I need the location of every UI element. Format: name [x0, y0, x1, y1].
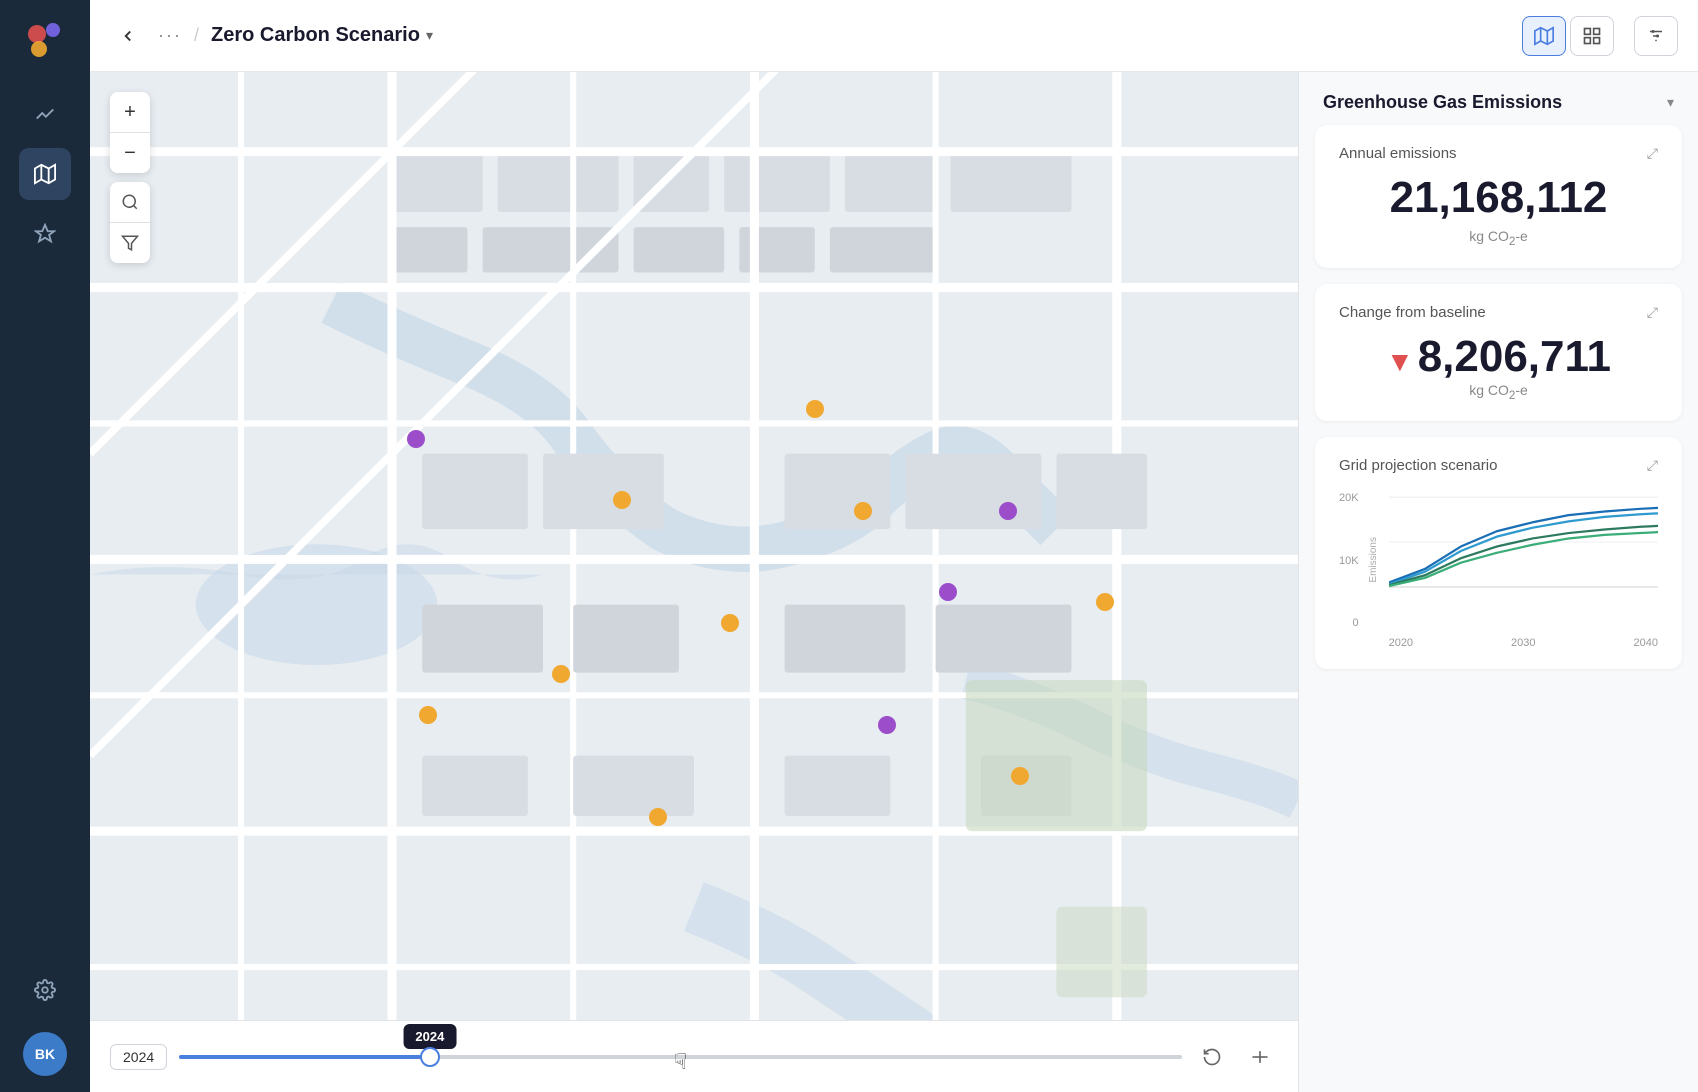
title-chevron-icon: ▾	[426, 27, 433, 44]
timeline-year-label: 2024	[110, 1044, 167, 1070]
x-tick-2040: 2040	[1634, 637, 1658, 649]
right-panel-header: Greenhouse Gas Emissions ▾	[1299, 72, 1698, 125]
map-point[interactable]	[649, 808, 667, 826]
avatar[interactable]: BK	[23, 1032, 67, 1076]
right-panel-title: Greenhouse Gas Emissions	[1323, 92, 1562, 113]
map-point[interactable]	[721, 614, 739, 632]
grid-projection-title: Grid projection scenario	[1339, 457, 1497, 474]
map-point[interactable]	[806, 400, 824, 418]
map-point[interactable]	[1011, 767, 1029, 785]
y-tick-20k: 20K	[1339, 492, 1359, 504]
map-point[interactable]	[939, 583, 957, 601]
timeline-slider-wrapper: 2024 ☟	[179, 1037, 1182, 1077]
map-point[interactable]	[613, 491, 631, 509]
map-view-button[interactable]	[1522, 16, 1566, 56]
x-tick-2020: 2020	[1389, 637, 1413, 649]
y-tick-0: 0	[1352, 617, 1358, 629]
back-button[interactable]	[110, 18, 146, 54]
zoom-controls: + −	[110, 92, 150, 173]
grid-projection-card: Grid projection scenario ⤢ 20K 10K 0 Emi…	[1315, 437, 1682, 669]
change-baseline-unit: kg CO2-e	[1339, 382, 1658, 402]
map-point[interactable]	[1096, 593, 1114, 611]
annual-emissions-unit: kg CO2-e	[1339, 228, 1658, 248]
title-area[interactable]: Zero Carbon Scenario ▾	[211, 24, 433, 47]
map-timeline: 2024 2024 ☟	[90, 1020, 1298, 1092]
breadcrumb-separator: /	[194, 25, 199, 46]
sidebar: BK	[0, 0, 90, 1092]
y-axis-label: Emissions	[1368, 537, 1379, 583]
map-filter-button[interactable]	[110, 223, 150, 263]
right-panel: Greenhouse Gas Emissions ▾ Annual emissi…	[1298, 72, 1698, 1092]
change-down-arrow-icon: ▼	[1386, 348, 1414, 376]
change-baseline-card-header: Change from baseline ⤢	[1339, 304, 1658, 321]
cursor-hand-icon: ☟	[674, 1049, 687, 1075]
annual-emissions-expand-icon[interactable]: ⤢	[1647, 145, 1658, 162]
app-logo	[19, 16, 71, 68]
annual-emissions-title: Annual emissions	[1339, 145, 1457, 162]
timeline-track-fill	[179, 1055, 430, 1059]
y-tick-10k: 10K	[1339, 555, 1359, 567]
grid-view-button[interactable]	[1570, 16, 1614, 56]
map-point[interactable]	[999, 502, 1017, 520]
map-search-filter-controls	[110, 182, 150, 263]
more-options-button[interactable]: ···	[158, 25, 182, 46]
x-tick-2030: 2030	[1511, 637, 1535, 649]
main-content: ··· / Zero Carbon Scenario ▾	[90, 0, 1698, 1092]
view-toggle	[1522, 16, 1614, 56]
map-panel[interactable]: + −	[90, 72, 1298, 1092]
filter-button[interactable]	[1634, 16, 1678, 56]
timeline-reset-button[interactable]	[1194, 1039, 1230, 1075]
annual-emissions-value: 21,168,112	[1339, 174, 1658, 222]
map-search-button[interactable]	[110, 182, 150, 222]
chart-svg	[1389, 490, 1658, 630]
map-point[interactable]	[407, 430, 425, 448]
header: ··· / Zero Carbon Scenario ▾	[90, 0, 1698, 72]
map-point[interactable]	[854, 502, 872, 520]
sidebar-item-map[interactable]	[19, 148, 71, 200]
map-point[interactable]	[552, 665, 570, 683]
zoom-in-button[interactable]: +	[110, 92, 150, 132]
map-background	[90, 72, 1298, 1092]
change-baseline-card: Change from baseline ⤢ ▼ 8,206,711 kg CO…	[1315, 284, 1682, 421]
map-point[interactable]	[419, 706, 437, 724]
sidebar-item-scenarios[interactable]	[19, 208, 71, 260]
map-point[interactable]	[878, 716, 896, 734]
chart-card-header: Grid projection scenario ⤢	[1339, 457, 1658, 474]
content-area: + −	[90, 72, 1698, 1092]
sidebar-item-settings[interactable]	[19, 964, 71, 1016]
timeline-expand-button[interactable]	[1242, 1039, 1278, 1075]
change-baseline-title: Change from baseline	[1339, 304, 1486, 321]
right-panel-chevron-icon[interactable]: ▾	[1667, 94, 1674, 111]
page-title: Zero Carbon Scenario	[211, 24, 420, 47]
zoom-out-button[interactable]: −	[110, 133, 150, 173]
grid-projection-expand-icon[interactable]: ⤢	[1647, 457, 1658, 474]
annual-emissions-card: Annual emissions ⤢ 21,168,112 kg CO2-e	[1315, 125, 1682, 268]
change-baseline-expand-icon[interactable]: ⤢	[1647, 304, 1658, 321]
sidebar-item-analytics[interactable]	[19, 88, 71, 140]
annual-emissions-card-header: Annual emissions ⤢	[1339, 145, 1658, 162]
timeline-thumb[interactable]	[420, 1047, 440, 1067]
timeline-tooltip: 2024	[403, 1024, 456, 1049]
change-baseline-value: 8,206,711	[1418, 333, 1611, 381]
